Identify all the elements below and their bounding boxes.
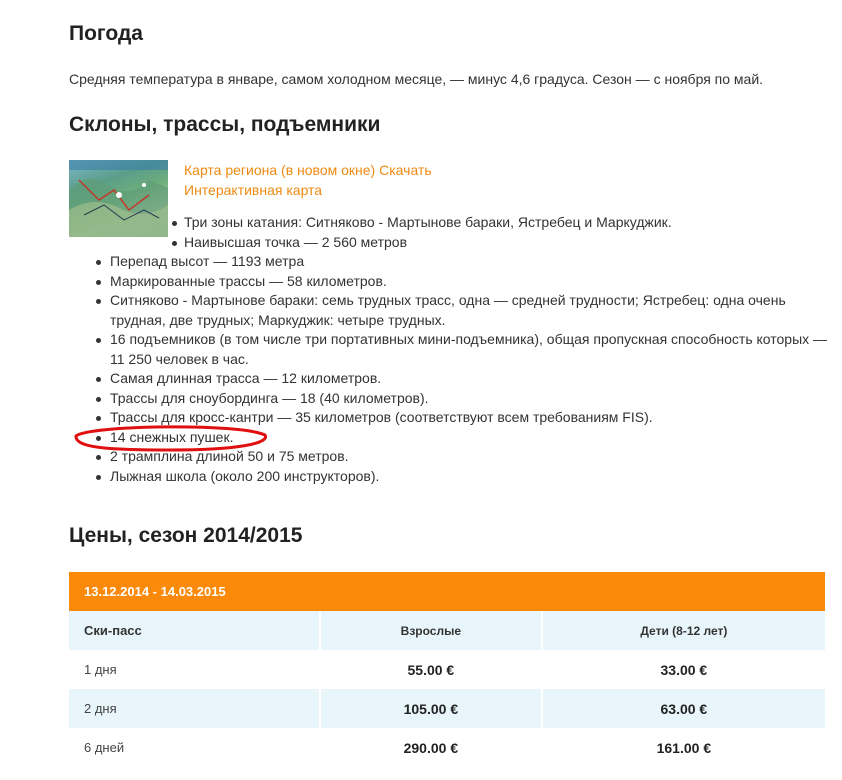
table-row: 6 дней 290.00 € 161.00 € — [69, 728, 825, 767]
list-item: Перепад высот — 1193 метра — [0, 252, 830, 272]
season-dates: 13.12.2014 - 14.03.2015 — [69, 572, 825, 611]
child-price-cell: 161.00 € — [656, 739, 712, 756]
weather-text: Средняя температура в январе, самом холо… — [69, 71, 764, 87]
table-row: 1 дня 55.00 € 33.00 € — [69, 650, 825, 689]
duration-cell: 2 дня — [69, 689, 321, 728]
prices-heading: Цены, сезон 2014/2015 — [69, 524, 303, 547]
download-map-link[interactable]: Скачать — [379, 162, 432, 178]
list-item: Лыжная школа (около 200 инструкторов). — [0, 467, 830, 487]
list-item: Ситняково - Мартынове бараки: семь трудн… — [0, 291, 830, 330]
adult-price-cell: 105.00 € — [320, 689, 543, 728]
table-row: 2 дня 105.00 € 63.00 € — [69, 689, 825, 728]
season-row: 13.12.2014 - 14.03.2015 — [69, 572, 825, 611]
duration-cell: 6 дней — [69, 728, 321, 767]
list-item: Трассы для сноубординга — 18 (40 километ… — [0, 389, 830, 409]
interactive-map-link[interactable]: Интерактивная карта — [184, 182, 322, 198]
page: Погода Средняя температура в январе, сам… — [0, 0, 842, 780]
weather-heading: Погода — [69, 22, 143, 45]
adult-price-cell: 290.00 € — [320, 728, 543, 767]
slopes-heading: Склоны, трассы, подъемники — [69, 113, 381, 136]
column-header-skipass: Ски-пасс — [69, 611, 321, 650]
slopes-features-list: Три зоны катания: Ситняково - Мартынове … — [0, 213, 830, 486]
list-item: Маркированные трассы — 58 километров. — [0, 272, 830, 292]
list-item: Наивысшая точка — 2 560 метров — [0, 233, 824, 253]
column-header-children: Дети (8-12 лет) — [541, 611, 825, 650]
list-item: 16 подъемников (в том числе три портатив… — [0, 330, 830, 369]
column-header-adults: Взрослые — [320, 611, 543, 650]
ski-pass-price-table: 13.12.2014 - 14.03.2015 Ски-пасс Взрослы… — [69, 572, 825, 767]
map-links: Карта региона (в новом окне) Скачать Инт… — [184, 160, 432, 200]
child-price-cell: 33.00 € — [660, 661, 708, 678]
region-map-link[interactable]: Карта региона (в новом окне) — [184, 162, 375, 178]
list-item: Три зоны катания: Ситняково - Мартынове … — [0, 213, 824, 233]
duration-cell: 1 дня — [69, 650, 321, 689]
list-item: Трассы для кросс-кантри — 35 километров … — [0, 408, 830, 428]
adult-price-cell: 55.00 € — [320, 650, 543, 689]
list-item: Самая длинная трасса — 12 километров. — [0, 369, 830, 389]
table-header-row: Ски-пасс Взрослые Дети (8-12 лет) — [69, 611, 825, 650]
list-item: 2 трамплина длиной 50 и 75 метров. — [0, 447, 830, 467]
list-item: 14 снежных пушек. — [0, 428, 830, 448]
child-price-cell: 63.00 € — [541, 689, 825, 728]
